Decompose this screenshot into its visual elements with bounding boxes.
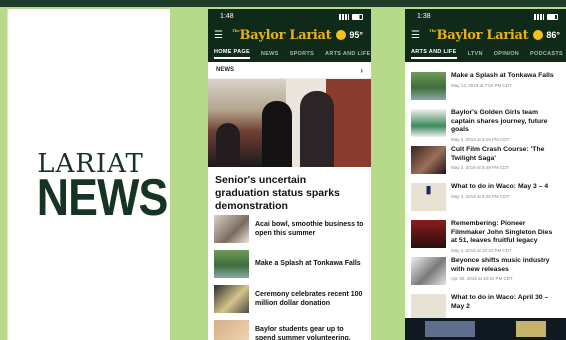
thumbnail-image: [214, 214, 249, 243]
top-border: [0, 0, 566, 7]
list-item[interactable]: Acai bowl, smoothie business to open thi…: [208, 211, 371, 246]
status-time: 1:48: [220, 13, 234, 20]
sun-icon: [533, 30, 544, 40]
list-item[interactable]: Beyonce shifts music industry with new r…: [405, 254, 566, 291]
masthead: TheBaylor Lariat: [232, 27, 332, 43]
status-bar: 1:48: [208, 9, 371, 24]
tab-podcasts[interactable]: PODCASTS: [530, 51, 563, 57]
thumbnail-image: ▮: [411, 183, 446, 211]
temperature: 95°: [349, 30, 363, 40]
section-title: NEWS: [216, 67, 234, 73]
menu-icon[interactable]: ☰: [411, 30, 425, 41]
thumbnail-image: [411, 220, 446, 248]
phone-arts-and-life: 1:38 ☰ TheBaylor Lariat 86° ARTS AND LIF…: [405, 9, 566, 340]
battery-icon: [547, 13, 558, 20]
list-item[interactable]: Baylor students gear up to spend summer …: [208, 316, 371, 340]
list-item-title: Beyonce shifts music industry with new r…: [451, 257, 550, 273]
phone-home-page: 1:48 ☰ TheBaylor Lariat 95° HOME PAGE NE…: [208, 9, 371, 340]
app-header: ☰ TheBaylor Lariat 95°: [208, 24, 371, 46]
list-item-date: May 1, 2019 at 10:34 PM CDT: [451, 247, 512, 253]
lead-headline[interactable]: Senior's uncertain graduation status spa…: [208, 167, 371, 212]
list-item-title: Make a Splash at Tonkawa Falls: [451, 72, 554, 79]
masthead: TheBaylor Lariat: [429, 27, 529, 43]
temperature: 86°: [546, 30, 560, 40]
signal-icon: [339, 13, 349, 20]
section-tabs: ARTS AND LIFE LTVN OPINION PODCASTS: [405, 46, 566, 62]
tab-ltvn[interactable]: LTVN: [468, 51, 483, 57]
tab-opinion[interactable]: OPINION: [494, 51, 519, 57]
menu-icon[interactable]: ☰: [214, 30, 228, 41]
thumbnail-image: [214, 284, 249, 313]
list-item-title: What to do in Waco: April 30 – May 2: [451, 294, 549, 310]
battery-icon: [352, 13, 363, 20]
status-time: 1:38: [417, 13, 431, 20]
list-item-title: What to do in Waco: May 3 – 4: [451, 183, 549, 190]
list-item-title: Remembering: Pioneer Filmmaker John Sing…: [451, 220, 553, 244]
list-item[interactable]: Baylor's Golden Girls team captain share…: [405, 106, 566, 143]
tab-news[interactable]: NEWS: [261, 51, 279, 57]
signal-icon: [534, 13, 544, 20]
list-item[interactable]: Make a Splash at Tonkawa Falls May 13, 20…: [405, 69, 566, 106]
advertisement-banner[interactable]: [405, 318, 566, 340]
tab-sports[interactable]: SPORTS: [290, 51, 314, 57]
thumbnail-image: [411, 72, 446, 100]
hero-image[interactable]: [208, 79, 371, 167]
tab-home-page[interactable]: HOME PAGE: [214, 49, 250, 59]
list-item-title: Baylor's Golden Girls team captain share…: [451, 109, 548, 133]
list-item[interactable]: Make a Splash at Tonkawa Falls: [208, 246, 371, 281]
logo-news-text: NEWS: [36, 169, 169, 227]
list-item-title: Acai bowl, smoothie business to open thi…: [255, 220, 364, 237]
list-item-title: Ceremony celebrates recent 100 million d…: [255, 290, 363, 307]
chevron-right-icon: ›: [360, 65, 363, 75]
list-item-date: May 2, 2019 at 8:49 PM CDT: [451, 165, 510, 170]
list-item[interactable]: Cult Film Crash Course: 'The Twilight Sa…: [405, 143, 566, 180]
tab-arts-and-life[interactable]: ARTS AND LIFE: [325, 51, 371, 57]
list-item-title: Make a Splash at Tonkawa Falls: [255, 260, 361, 267]
thumbnail-image: [214, 319, 249, 340]
list-item-date: Apr 30, 2019 at 10:34 PM CDT: [451, 276, 513, 281]
section-tabs: HOME PAGE NEWS SPORTS ARTS AND LIFE: [208, 46, 371, 62]
thumbnail-image: [411, 146, 446, 174]
list-item[interactable]: ▮ What to do in Waco: May 3 – 4 May 2, 20…: [405, 180, 566, 217]
lariat-news-logo-panel: LARIAT NEWS: [7, 9, 170, 340]
ad-image: [425, 321, 476, 337]
list-item-date: May 2, 2019 at 8:45 PM CDT: [451, 193, 510, 199]
thumbnail-image: [214, 249, 249, 278]
ad-image: [515, 321, 546, 337]
tab-arts-and-life[interactable]: ARTS AND LIFE: [411, 49, 457, 59]
list-item[interactable]: Ceremony celebrates recent 100 million d…: [208, 281, 371, 316]
list-item-date: May 13, 2019 at 7:54 PM CDT: [451, 82, 512, 88]
list-item[interactable]: Remembering: Pioneer Filmmaker John Sing…: [405, 217, 566, 254]
list-item-title: Baylor students gear up to spend summer …: [255, 325, 351, 340]
list-item-title: Cult Film Crash Course: 'The Twilight Sa…: [451, 146, 545, 162]
status-bar: 1:38: [405, 9, 566, 24]
thumbnail-image: [411, 257, 446, 285]
thumbnail-image: [411, 109, 446, 137]
article-list: Make a Splash at Tonkawa Falls May 13, 20…: [405, 62, 566, 328]
list-item-date: May 2, 2019 at 9:19 PM CDT: [451, 136, 510, 142]
sun-icon: [336, 30, 347, 40]
news-section-header[interactable]: NEWS ›: [208, 62, 371, 79]
app-header: ☰ TheBaylor Lariat 86°: [405, 24, 566, 46]
